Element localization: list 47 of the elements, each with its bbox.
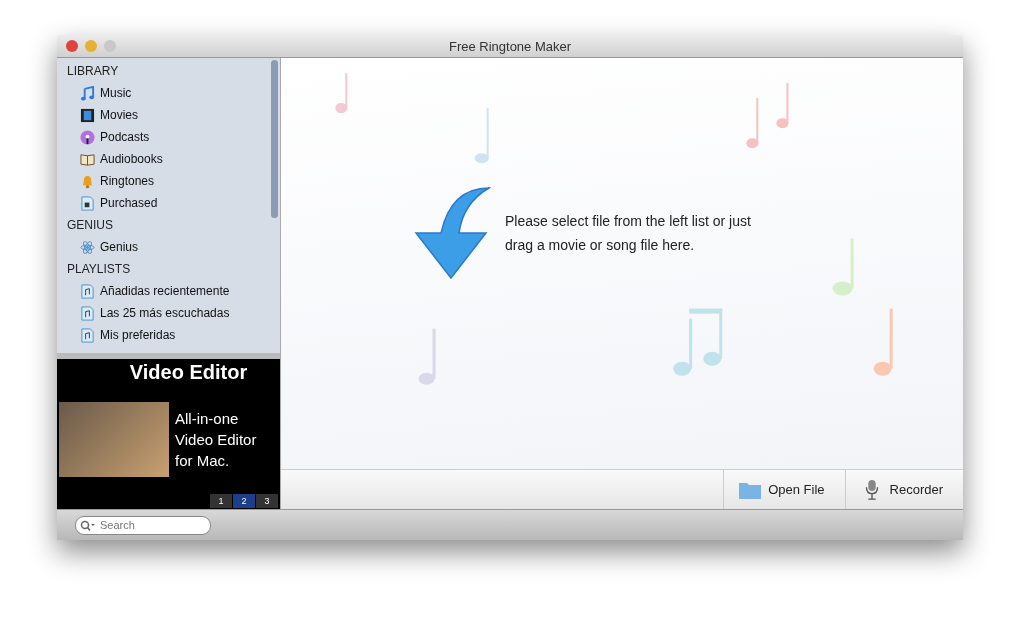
- item-label: Añadidas recientemente: [100, 284, 230, 298]
- zoom-button[interactable]: [104, 40, 116, 52]
- sidebar-item[interactable]: Audiobooks: [57, 148, 280, 170]
- sidebar-item[interactable]: Music: [57, 82, 280, 104]
- film-icon: [80, 107, 95, 123]
- document-icon: [80, 195, 95, 211]
- item-label: Podcasts: [100, 130, 150, 144]
- instruction-text: Please select file from the left list or just drag a movie or song file here.: [505, 212, 752, 255]
- page-button[interactable]: 3: [256, 494, 278, 508]
- bell-icon: [80, 173, 95, 189]
- ad-text: All-in-one Video Editor for Mac.: [175, 408, 258, 471]
- drop-area[interactable]: Please select file from the left list or just drag a movie or song file here.: [281, 58, 963, 469]
- section-heading: PLAYLISTS: [66, 261, 132, 278]
- sidebar-item[interactable]: Las 25 más escuchadas: [57, 302, 280, 324]
- item-label: Ringtones: [100, 174, 155, 188]
- item-label: Mis preferidas: [100, 328, 176, 342]
- sidebar-item[interactable]: Añadidas recientemente: [57, 280, 280, 302]
- search-field[interactable]: Search: [75, 515, 211, 535]
- item-label: Movies: [100, 108, 138, 122]
- sidebar-item[interactable]: Purchased: [57, 192, 280, 214]
- music-note-icon: [80, 85, 95, 101]
- book-icon: [80, 151, 95, 167]
- ad-banner[interactable]: Video Editor All-in-one Video Editor for Mac. 1 2 3: [57, 353, 280, 509]
- item-label: Las 25 más escuchadas: [100, 306, 230, 320]
- playlist-icon: [80, 327, 95, 343]
- minimize-button[interactable]: [85, 40, 97, 52]
- podcast-icon: [80, 129, 95, 145]
- ad-title: Video Editor: [128, 360, 249, 384]
- close-button[interactable]: [66, 40, 78, 52]
- item-label: Audiobooks: [100, 152, 163, 166]
- section-heading: GENIUS: [66, 217, 114, 234]
- sidebar-item[interactable]: Mis preferidas: [57, 324, 280, 346]
- scrollbar[interactable]: [271, 60, 278, 218]
- item-label: Music: [100, 86, 132, 100]
- sidebar-item[interactable]: Genius: [57, 236, 280, 258]
- page-button[interactable]: 1: [210, 494, 232, 508]
- sidebar-item[interactable]: Podcasts: [57, 126, 280, 148]
- playlist-icon: [80, 305, 95, 321]
- section-heading: LIBRARY: [66, 63, 120, 80]
- item-label: Purchased: [100, 196, 158, 210]
- item-label: Genius: [100, 240, 139, 254]
- sidebar-item[interactable]: Ringtones: [57, 170, 280, 192]
- page-button[interactable]: 2: [233, 494, 255, 508]
- playlist-icon: [80, 283, 95, 299]
- atom-icon: [80, 239, 95, 255]
- window-title: Free Ringtone Maker: [448, 38, 572, 54]
- sidebar-item[interactable]: Movies: [57, 104, 280, 126]
